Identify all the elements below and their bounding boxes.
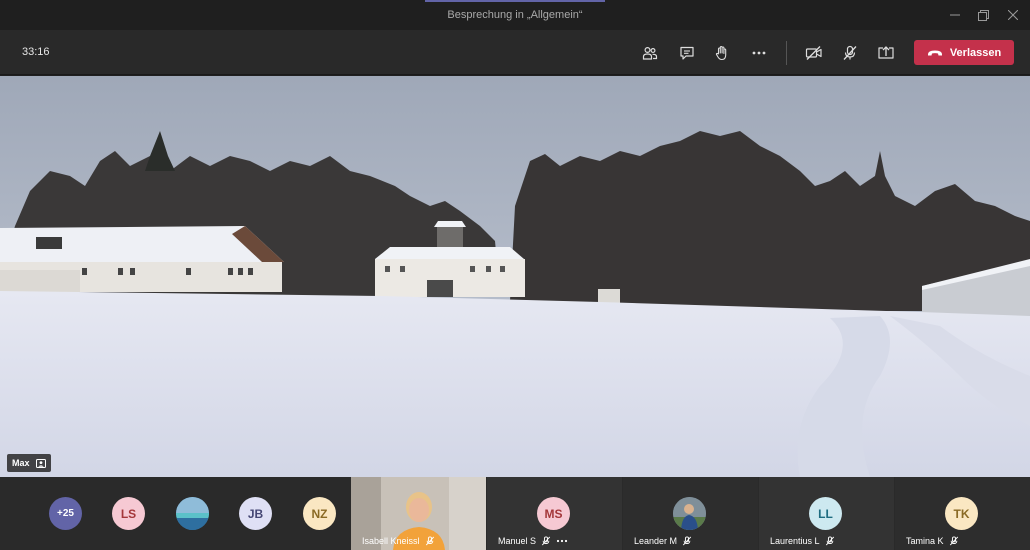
mic-off-icon	[949, 536, 958, 546]
mic-off-icon	[541, 536, 551, 546]
mic-off-icon	[425, 536, 434, 546]
participant-name: Manuel S	[498, 536, 537, 546]
meeting-toolbar: 33:16	[0, 30, 1030, 75]
participant-name: Laurentius L	[770, 536, 820, 546]
camera-off-icon	[805, 46, 822, 60]
participant-name-label: Isabell Kneissl	[362, 536, 435, 546]
participant-name-label: Laurentius L	[770, 536, 835, 546]
participant-avatar-photo	[673, 497, 706, 530]
mic-off-icon	[825, 536, 834, 546]
participant-tile[interactable]: TK Tamina K	[895, 477, 1030, 550]
pin-participant-icon	[35, 458, 46, 468]
phone-hangup-icon	[927, 50, 942, 55]
participant-name-label: Manuel S	[498, 536, 568, 546]
more-participants-button[interactable]: +25	[49, 497, 82, 530]
participant-tile[interactable]: Leander M	[623, 477, 758, 550]
participant-strip: +25 LS JB NZ Isabell Kneissl MS Manuel S…	[0, 477, 1030, 550]
avatar-initials: LS	[120, 506, 137, 521]
participants-button[interactable]	[637, 40, 663, 66]
participant-tile[interactable]: MS Manuel S	[487, 477, 622, 550]
mic-toggle-button[interactable]	[837, 40, 863, 66]
profile-photo-icon	[673, 497, 706, 530]
leave-meeting-button[interactable]: Verlassen	[914, 40, 1014, 65]
chat-icon	[680, 46, 694, 60]
participant-avatar[interactable]: LS	[112, 497, 145, 530]
raise-hand-icon	[715, 45, 727, 61]
participants-icon	[642, 46, 658, 60]
profile-photo-icon	[176, 497, 209, 530]
participant-avatar: MS	[537, 497, 570, 530]
window-title: Besprechung in „Allgemein“	[447, 9, 583, 21]
title-bar: Besprechung in „Allgemein“	[0, 0, 1030, 30]
mic-off-icon	[682, 536, 692, 546]
close-icon	[1008, 10, 1018, 20]
minimize-icon	[950, 14, 960, 16]
mic-off-icon	[843, 45, 857, 60]
minimize-button[interactable]	[944, 5, 966, 25]
participant-name-label: Leander M	[634, 536, 692, 546]
participant-avatar[interactable]: NZ	[303, 497, 336, 530]
participant-name: Isabell Kneissl	[362, 536, 420, 546]
avatar-initials: TK	[953, 506, 970, 521]
restore-icon	[977, 9, 989, 21]
avatar-initials: JB	[247, 506, 264, 521]
share-screen-icon	[878, 46, 894, 59]
participant-avatar-photo[interactable]	[176, 497, 209, 530]
participant-name: Tamina K	[906, 536, 944, 546]
toolbar-divider	[786, 41, 787, 65]
avatar-initials: LL	[818, 506, 833, 521]
camera-toggle-button[interactable]	[801, 40, 827, 66]
speaker-name: Max	[12, 458, 30, 468]
participant-name-label: Tamina K	[906, 536, 959, 546]
participant-tile[interactable]: LL Laurentius L	[759, 477, 894, 550]
chat-button[interactable]	[674, 40, 700, 66]
participant-avatar[interactable]: JB	[239, 497, 272, 530]
main-video-feed	[0, 76, 1030, 477]
more-options-button[interactable]	[746, 40, 772, 66]
participant-video-tile[interactable]: Isabell Kneissl	[351, 477, 486, 550]
teams-meeting-window: Besprechung in „Allgemein“ 33:16 Verlass…	[0, 0, 1030, 550]
restore-button[interactable]	[972, 5, 994, 25]
video-frame-snow-scene	[0, 76, 1030, 477]
more-options-icon[interactable]	[556, 539, 568, 543]
more-options-icon	[752, 51, 766, 55]
meeting-timer: 33:16	[22, 46, 50, 58]
participant-avatar: LL	[809, 497, 842, 530]
raise-hand-button[interactable]	[709, 40, 735, 66]
avatar-initials: NZ	[311, 506, 328, 521]
overflow-count: +25	[57, 508, 74, 519]
close-window-button[interactable]	[1002, 5, 1024, 25]
leave-label: Verlassen	[949, 46, 1002, 59]
participant-name: Leander M	[634, 536, 678, 546]
main-video-name-label: Max	[7, 454, 51, 472]
participant-avatar: TK	[945, 497, 978, 530]
avatar-initials: MS	[544, 506, 563, 521]
share-screen-button[interactable]	[873, 40, 899, 66]
